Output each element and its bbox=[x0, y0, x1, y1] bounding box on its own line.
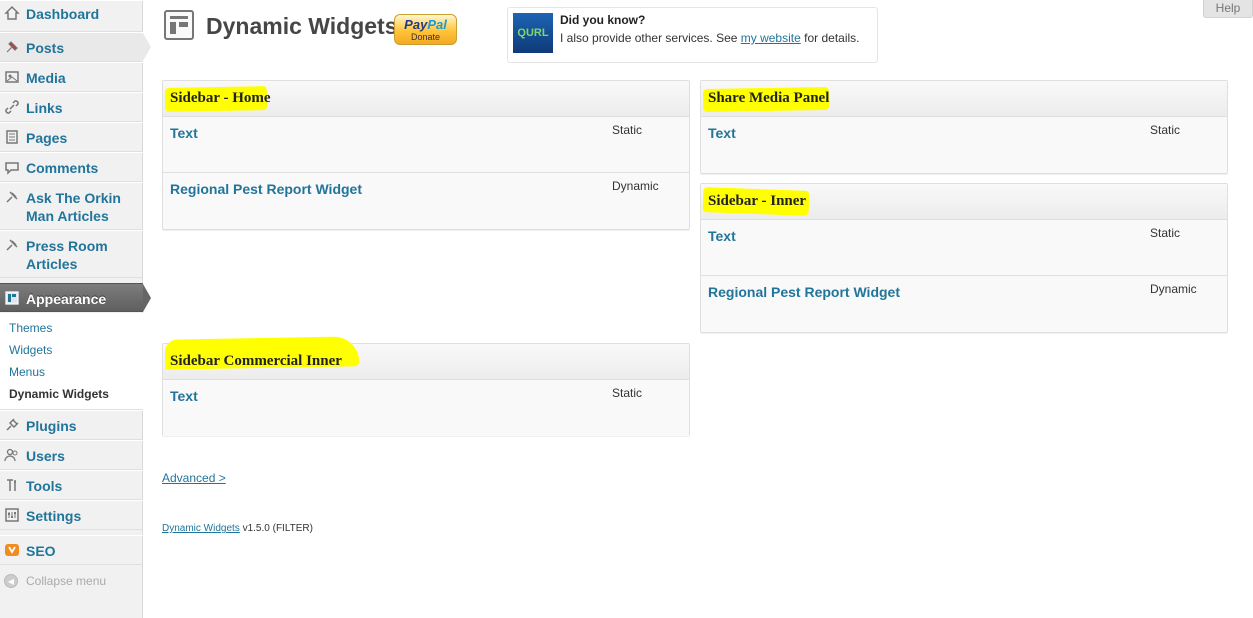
menu-label-plugins: Plugins bbox=[26, 418, 77, 434]
widget-type: Static bbox=[1150, 123, 1181, 137]
panel-sidebar-commercial-inner: Sidebar Commercial Inner Text Static bbox=[162, 336, 690, 436]
menu-label-links: Links bbox=[26, 100, 63, 116]
menu-label-posts: Posts bbox=[26, 40, 65, 56]
widget-row: Text Static bbox=[701, 220, 1227, 276]
widget-link[interactable]: Text bbox=[170, 125, 198, 141]
panel-sidebar-home: Sidebar - Home Text Static Regional Pest… bbox=[162, 80, 690, 230]
menu-item-press-room[interactable]: Press Room Articles bbox=[0, 230, 143, 278]
panel-title: Share Media Panel bbox=[708, 90, 830, 106]
menu-label-appearance: Appearance bbox=[26, 291, 107, 307]
menu-item-seo[interactable]: SEO bbox=[0, 535, 143, 565]
panel-header: Sidebar - Home bbox=[163, 81, 689, 117]
advanced-link[interactable]: Advanced > bbox=[162, 471, 226, 485]
menu-item-links[interactable]: Links bbox=[0, 92, 143, 122]
page-title: Dynamic Widgets bbox=[206, 13, 398, 39]
collapse-menu-label: Collapse menu bbox=[26, 574, 107, 588]
menu-label-media: Media bbox=[26, 70, 66, 86]
appearance-icon bbox=[4, 290, 20, 306]
links-icon bbox=[4, 99, 20, 115]
help-tab[interactable]: Help bbox=[1203, 0, 1253, 18]
widget-type: Static bbox=[612, 386, 643, 400]
menu-item-posts[interactable]: Posts bbox=[0, 32, 151, 62]
menu-label-press-room: Press Room Articles bbox=[26, 238, 108, 272]
panel-share-media: Share Media Panel Text Static bbox=[700, 80, 1228, 174]
panel-sidebar-inner: Sidebar - Inner Text Static Regional Pes… bbox=[700, 183, 1228, 333]
panel-header: Share Media Panel bbox=[701, 81, 1227, 117]
widget-type: Dynamic bbox=[612, 179, 659, 193]
did-you-know-notice: QURL Did you know? I also provide other … bbox=[507, 7, 878, 63]
menu-label-comments: Comments bbox=[26, 160, 99, 176]
menu-item-plugins[interactable]: Plugins bbox=[0, 410, 143, 440]
panel-header: Sidebar - Inner bbox=[701, 184, 1227, 220]
submenu-menus[interactable]: Menus bbox=[9, 365, 45, 379]
donate-label: Donate bbox=[410, 32, 441, 42]
paypal-donate-button[interactable]: PayPal Donate bbox=[394, 14, 457, 45]
paypal-logo: PayPal bbox=[404, 17, 447, 32]
menu-item-pages[interactable]: Pages bbox=[0, 122, 143, 152]
qurl-logo: QURL bbox=[513, 13, 553, 53]
panel-title: Sidebar - Inner bbox=[708, 193, 807, 209]
widget-row: Text Static bbox=[163, 380, 689, 436]
submenu-widgets[interactable]: Widgets bbox=[9, 343, 52, 357]
menu-item-ask-orkin[interactable]: Ask The Orkin Man Articles bbox=[0, 182, 143, 230]
widget-link[interactable]: Text bbox=[170, 388, 198, 404]
menu-item-users[interactable]: Users bbox=[0, 440, 143, 470]
media-icon bbox=[4, 69, 20, 85]
menu-item-comments[interactable]: Comments bbox=[0, 152, 143, 182]
admin-menu: Dashboard Posts Media Links Pages Commen… bbox=[0, 0, 151, 618]
widget-row: Regional Pest Report Widget Dynamic bbox=[701, 276, 1227, 332]
collapse-menu-button[interactable]: ◀ Collapse menu bbox=[0, 568, 143, 594]
panel-title: Sidebar - Home bbox=[170, 90, 271, 106]
panel-header: Sidebar Commercial Inner bbox=[163, 336, 689, 380]
footer-version: Dynamic Widgets v1.5.0 (FILTER) bbox=[162, 523, 313, 534]
notice-title: Did you know? bbox=[560, 13, 646, 27]
pin-icon bbox=[4, 237, 20, 253]
page-icon bbox=[164, 10, 194, 40]
my-website-link[interactable]: my website bbox=[741, 31, 801, 45]
help-label: Help bbox=[1215, 1, 1241, 15]
menu-label-settings: Settings bbox=[26, 508, 82, 524]
menu-item-appearance[interactable]: Appearance bbox=[0, 283, 151, 312]
widget-type: Dynamic bbox=[1150, 282, 1197, 296]
widget-type: Static bbox=[612, 123, 643, 137]
notice-text: I also provide other services. See my we… bbox=[560, 31, 860, 45]
widget-link[interactable]: Regional Pest Report Widget bbox=[170, 181, 362, 197]
appearance-submenu: Themes Widgets Menus Dynamic Widgets bbox=[0, 313, 143, 410]
users-icon bbox=[4, 447, 20, 463]
collapse-icon: ◀ bbox=[4, 574, 18, 588]
widget-row: Regional Pest Report Widget Dynamic bbox=[163, 173, 689, 229]
plugins-icon bbox=[4, 417, 20, 433]
menu-item-settings[interactable]: Settings bbox=[0, 500, 143, 530]
menu-item-media[interactable]: Media bbox=[0, 62, 143, 92]
widget-row: Text Static bbox=[163, 117, 689, 173]
submenu-dynamic-widgets[interactable]: Dynamic Widgets bbox=[9, 387, 109, 401]
menu-item-dashboard[interactable]: Dashboard bbox=[0, 0, 143, 32]
panel-title: Sidebar Commercial Inner bbox=[170, 353, 342, 369]
menu-label-users: Users bbox=[26, 448, 65, 464]
pages-icon bbox=[4, 129, 20, 145]
submenu-themes[interactable]: Themes bbox=[9, 321, 52, 335]
seo-icon bbox=[4, 542, 20, 558]
menu-label-dashboard: Dashboard bbox=[26, 6, 100, 22]
widget-row: Text Static bbox=[701, 117, 1227, 173]
dashboard-icon bbox=[4, 5, 20, 21]
menu-label-ask-orkin: Ask The Orkin Man Articles bbox=[26, 190, 121, 224]
widget-link[interactable]: Text bbox=[708, 228, 736, 244]
menu-label-tools: Tools bbox=[26, 478, 63, 494]
widget-link[interactable]: Text bbox=[708, 125, 736, 141]
menu-item-tools[interactable]: Tools bbox=[0, 470, 143, 500]
version-text: v1.5.0 (FILTER) bbox=[239, 523, 313, 534]
posts-icon bbox=[4, 39, 20, 55]
dynamic-widgets-link[interactable]: Dynamic Widgets bbox=[162, 523, 240, 534]
comments-icon bbox=[4, 159, 20, 175]
tools-icon bbox=[4, 477, 20, 493]
pin-icon bbox=[4, 189, 20, 205]
menu-label-pages: Pages bbox=[26, 130, 68, 146]
widget-link[interactable]: Regional Pest Report Widget bbox=[708, 284, 900, 300]
settings-icon bbox=[4, 507, 20, 523]
widget-type: Static bbox=[1150, 226, 1181, 240]
menu-label-seo: SEO bbox=[26, 543, 56, 559]
